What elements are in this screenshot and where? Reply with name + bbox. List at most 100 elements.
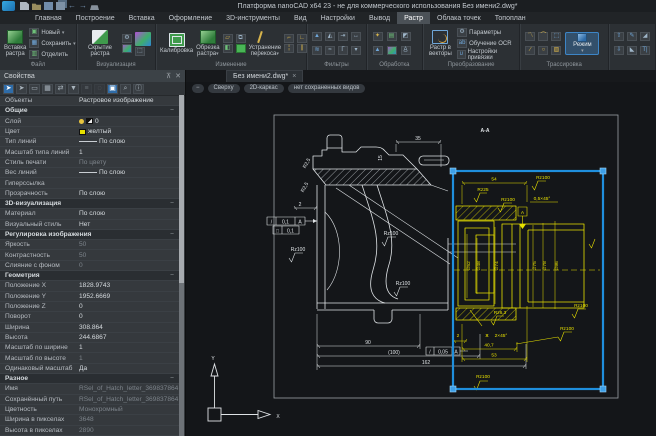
select-cursor-icon[interactable]: ➤	[3, 84, 14, 94]
trace-mode-button[interactable]: Режим ▾	[565, 32, 599, 55]
selection-grip[interactable]	[450, 168, 456, 174]
row-objects[interactable]: Объекты Растровое изображение	[0, 96, 179, 106]
process-color-icon[interactable]: ■	[387, 46, 397, 55]
document-tab[interactable]: Без имени2.dwg* ×	[226, 70, 303, 82]
trace-arc-icon[interactable]: ⌒	[538, 32, 548, 41]
tab-nastroyki[interactable]: Настройки	[314, 12, 362, 24]
row-layer[interactable]: Слой 0	[0, 117, 179, 127]
tab-oblaka-tochek[interactable]: Облака точек	[430, 12, 488, 24]
crop-raster-button[interactable]: Обрезка растра▾	[196, 30, 220, 58]
row-uniform-scale[interactable]: Одинаковый масштаб Да	[0, 364, 179, 374]
raster-image-yellow[interactable]	[453, 181, 600, 390]
row-width[interactable]: Ширина 308.864	[0, 323, 179, 333]
print-icon[interactable]	[90, 2, 99, 10]
deskew-button[interactable]: Устранение перекоса▾	[249, 30, 281, 58]
close-panel-icon[interactable]: ✕	[175, 72, 181, 80]
process-text-icon[interactable]: A̲	[401, 46, 411, 55]
line-tool-icon[interactable]: ¦	[284, 44, 294, 53]
insert-raster-button[interactable]: Вставка растра	[4, 30, 26, 58]
filter-corner-icon[interactable]: Γ	[338, 46, 348, 55]
view-direction-button[interactable]: Сверху	[208, 84, 240, 93]
new-file-icon[interactable]	[20, 2, 29, 10]
row-contrast[interactable]: Контрастность 50	[0, 250, 179, 260]
layer-on-icon[interactable]	[79, 119, 84, 124]
raster-area-icon[interactable]: ▱	[223, 34, 233, 43]
visual-style-button[interactable]: 2D-каркас	[244, 84, 284, 93]
section-misc[interactable]: Разное −	[0, 374, 179, 384]
hide-raster-button[interactable]: Скрытие растра	[81, 30, 119, 58]
row-fade[interactable]: Слияние с фоном 0	[0, 261, 179, 271]
text-tool-icon[interactable]: T|	[640, 46, 650, 55]
cursor-icon[interactable]: ➤	[16, 84, 27, 94]
select-similar-icon[interactable]: ≡	[81, 84, 92, 94]
row-name[interactable]: Имя RSel_of_Hatch_letter_369837864	[0, 384, 179, 394]
tab-oformlenie[interactable]: Оформление	[162, 12, 219, 24]
row-width-pixels[interactable]: Ширина в пикселах 3648	[0, 415, 179, 425]
row-scale-width[interactable]: Масштаб по ширине 1	[0, 343, 179, 353]
raster-to-vector-button[interactable]: Растр в векторы	[427, 30, 454, 58]
brush-icon[interactable]: ◣	[627, 46, 637, 55]
row-position-x[interactable]: Положение X 1828.9743	[0, 281, 179, 291]
crop-frame-icon[interactable]: ⧉	[236, 34, 246, 43]
window-select-icon[interactable]: ▭	[29, 84, 40, 94]
scrollbar-thumb[interactable]	[179, 95, 184, 283]
detach-raster-button[interactable]: ▥ Отделить	[29, 50, 75, 60]
panel-scrollbar[interactable]	[179, 95, 184, 436]
row-rotation[interactable]: Поворот 0	[0, 312, 179, 322]
row-scale-height[interactable]: Масштаб по высоте 1	[0, 353, 179, 363]
tab-glavnaya[interactable]: Главная	[28, 12, 69, 24]
info-icon[interactable]: ⓘ	[133, 84, 144, 94]
tab-vyvod[interactable]: Вывод	[362, 12, 397, 24]
row-transparency[interactable]: Прозрачность По слою	[0, 189, 179, 199]
save-raster-button[interactable]: ▦ Сохранить▾	[29, 39, 75, 49]
row-position-y[interactable]: Положение Y 1952.6669	[0, 292, 179, 302]
row-saved-path[interactable]: Сохранённый путь RSel_of_Hatch_letter_36…	[0, 395, 179, 405]
process-invert-icon[interactable]: ◩	[401, 32, 411, 41]
row-height[interactable]: Высота 244.6867	[0, 333, 179, 343]
parameters-button[interactable]: ⚙ Параметры	[457, 28, 515, 38]
color-image-icon[interactable]	[135, 32, 151, 46]
crossing-select-icon[interactable]: ▦	[42, 84, 53, 94]
quick-select-icon[interactable]: ▣	[107, 84, 118, 94]
row-lineweight[interactable]: Вес линий По слою	[0, 168, 179, 178]
close-document-icon[interactable]: ×	[292, 73, 296, 80]
filter-erode-icon[interactable]: ≈	[325, 46, 335, 55]
trace-line-icon[interactable]: ∕	[525, 46, 535, 55]
row-color-mode[interactable]: Цветность Монохромный	[0, 405, 179, 415]
snap-settings-button[interactable]: ∪ Настройки привязки	[457, 50, 515, 60]
eraser-icon[interactable]: ◢	[640, 32, 650, 41]
selection-grip[interactable]	[450, 386, 456, 392]
filter-smooth-icon[interactable]: ▲	[312, 32, 322, 41]
process-binarize-icon[interactable]: ▲	[373, 46, 383, 55]
new-raster-button[interactable]: ▣ Новый▾	[29, 28, 75, 38]
row-brightness[interactable]: Яркость 50	[0, 240, 179, 250]
save-all-icon[interactable]	[56, 2, 65, 10]
tab-rastr[interactable]: Растр	[397, 12, 430, 24]
saved-views-button[interactable]: нет сохраненных видов	[288, 84, 366, 93]
raster-above-icon[interactable]: ⇧	[614, 32, 624, 41]
viewport-collapse-button[interactable]: −	[192, 84, 204, 93]
filter-width-icon[interactable]: ↔	[351, 32, 361, 41]
tab-postroenie[interactable]: Построение	[69, 12, 122, 24]
row-color[interactable]: Цвет желтый	[0, 127, 179, 137]
redo-icon[interactable]: →	[79, 2, 87, 10]
tab-vid[interactable]: Вид	[287, 12, 314, 24]
filter-sharpen-icon[interactable]: ◭	[325, 32, 335, 41]
deselect-icon[interactable]: ◌	[94, 84, 105, 94]
section-3d-visualization[interactable]: 3D-визуализация −	[0, 199, 179, 209]
swap-selection-icon[interactable]: ⇄	[55, 84, 66, 94]
calc-select-icon[interactable]: ⌕	[120, 84, 131, 94]
drawing-viewport[interactable]: А-А	[186, 94, 656, 436]
filter-selection-icon[interactable]: ▼	[68, 84, 79, 94]
filter-more-icon[interactable]: ▾	[351, 46, 361, 55]
angle-tool-icon[interactable]: ∟	[297, 34, 307, 43]
pin-icon[interactable]: ⊼	[166, 72, 171, 80]
section-image-adjust[interactable]: Регулировка изображения −	[0, 230, 179, 240]
undo-icon[interactable]: ←	[68, 2, 76, 10]
trace-circle-icon[interactable]: ○	[538, 46, 548, 55]
filter-align-icon[interactable]: ⇥	[338, 32, 348, 41]
trace-polyline-icon[interactable]: 〽	[525, 32, 535, 41]
row-hyperlink[interactable]: Гиперссылка	[0, 178, 179, 188]
filter-despeckle-icon[interactable]: ≋	[312, 46, 322, 55]
calibration-button[interactable]: Калибровка	[160, 33, 193, 55]
